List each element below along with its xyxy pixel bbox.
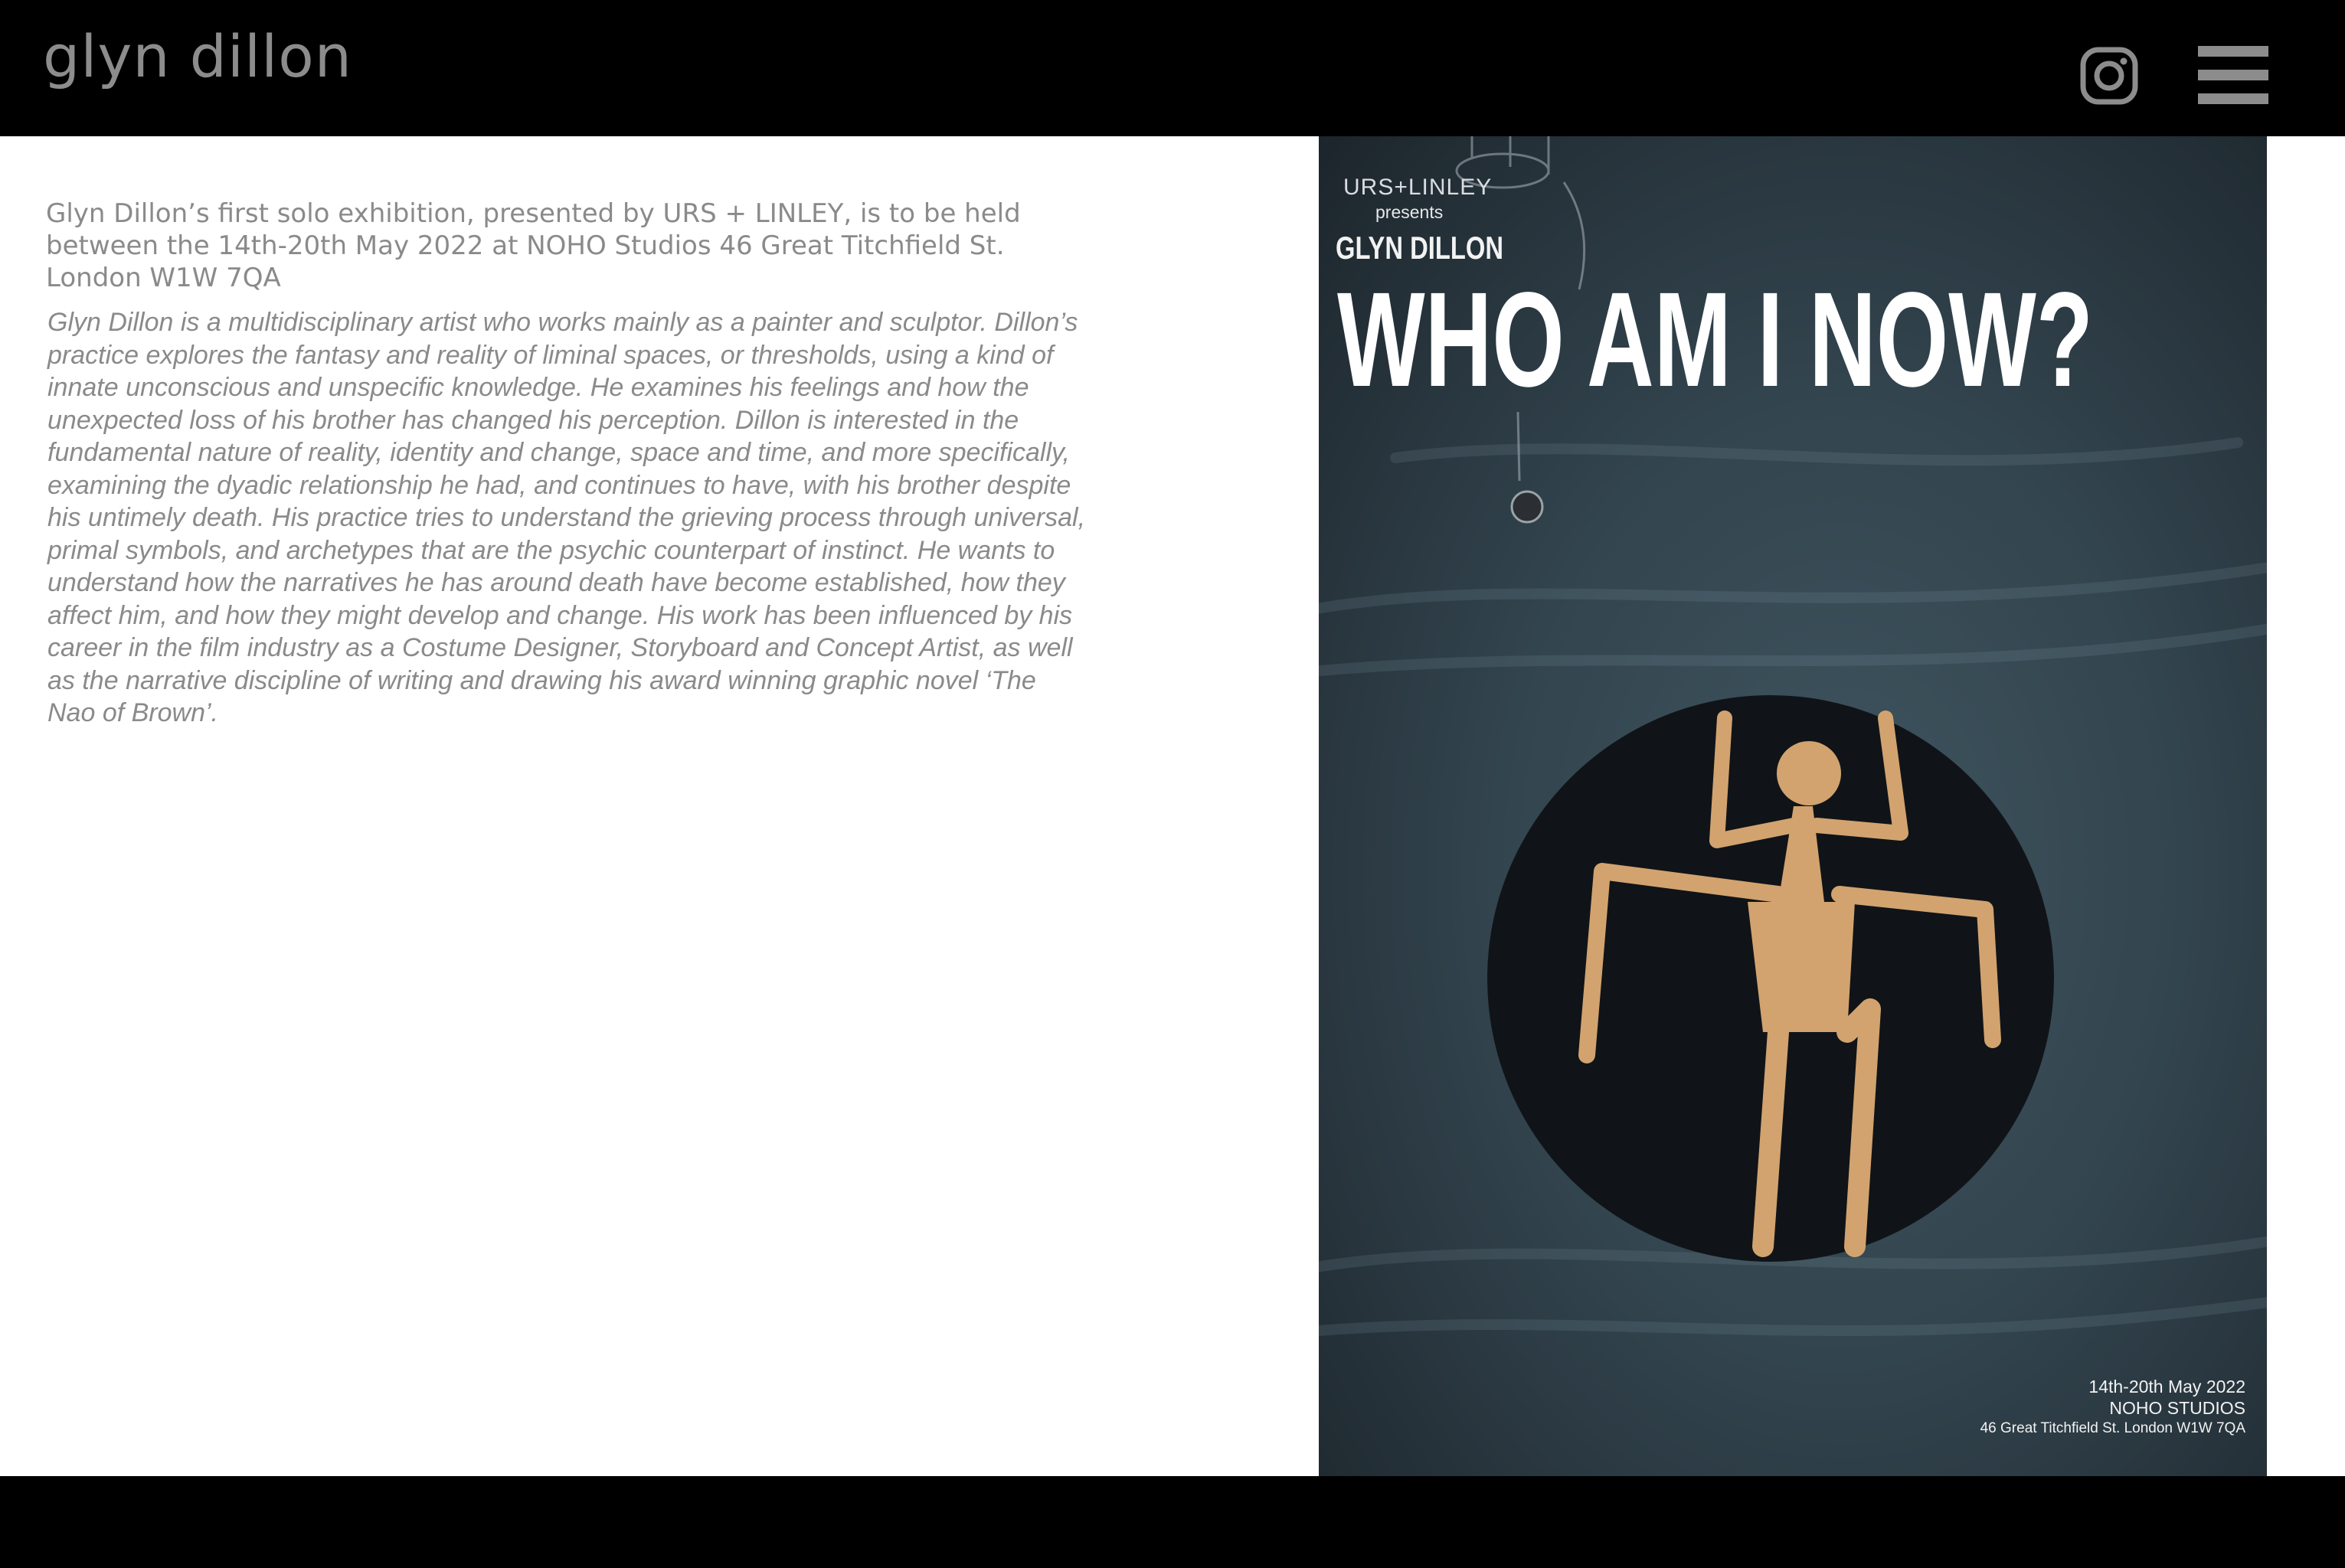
main-content: Glyn Dillon’s first solo exhibition, pre…	[0, 136, 2345, 1476]
site-logo-link[interactable]: glyn dillon	[43, 28, 352, 86]
poster-address: 46 Great Titchfield St. London W1W 7QA	[1980, 1420, 2245, 1436]
site-header: glyn dillon	[0, 0, 2345, 136]
poster-artist-name: GLYN DILLON	[1336, 230, 1504, 266]
poster-presenter: URS+LINLEY	[1343, 175, 1493, 200]
exhibition-poster: URS+LINLEY presents GLYN DILLON WHO AM I…	[1319, 136, 2267, 1476]
exhibition-intro: Glyn Dillon’s first solo exhibition, pre…	[46, 198, 1021, 293]
hamburger-menu-icon[interactable]	[2198, 46, 2268, 104]
poster-dates: 14th-20th May 2022	[2088, 1377, 2245, 1396]
poster-presents: presents	[1375, 202, 1444, 222]
instagram-icon[interactable]	[2080, 47, 2138, 105]
poster-title: WHO AM I NOW?	[1337, 265, 2094, 415]
chandelier-bulb	[1510, 490, 1544, 524]
site-footer	[0, 1476, 2345, 1568]
artist-bio: Glyn Dillon is a multidisciplinary artis…	[47, 308, 1086, 727]
poster-venue: NOHO STUDIOS	[2109, 1398, 2245, 1418]
